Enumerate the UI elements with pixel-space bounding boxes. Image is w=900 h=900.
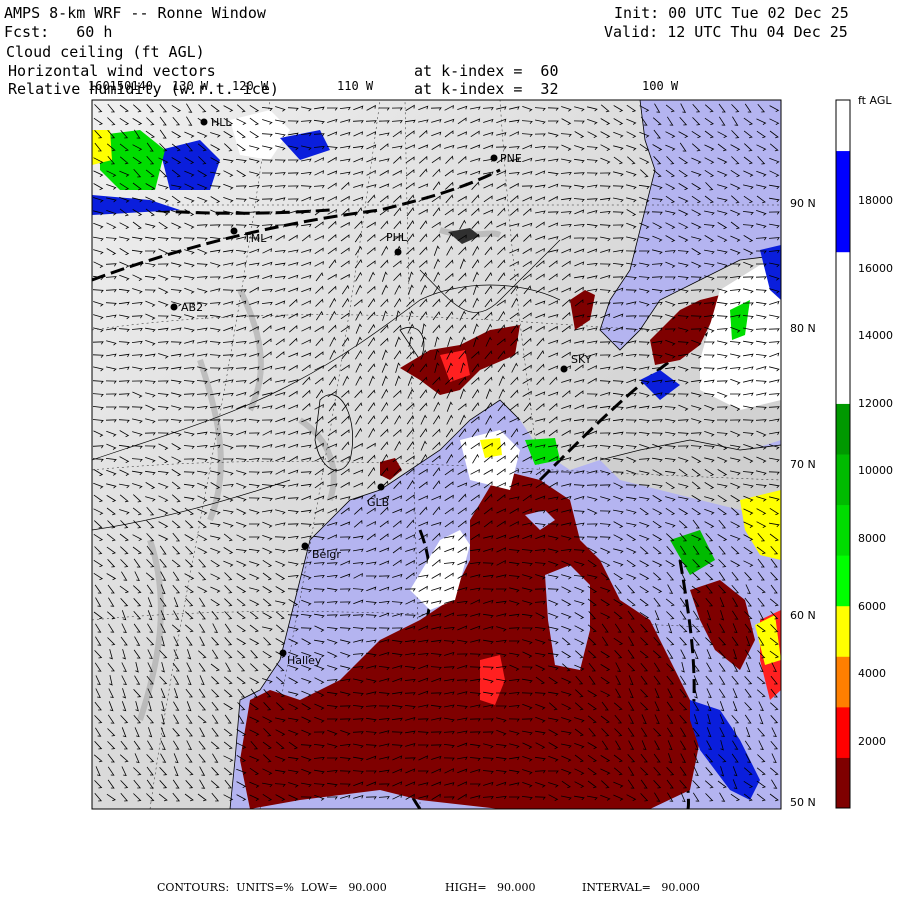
legend-label-6000: 6000 [858, 600, 886, 613]
legend-band [836, 555, 850, 607]
legend-band [836, 504, 850, 556]
station-label-halley: Halley [287, 654, 322, 667]
legend-band [836, 656, 850, 708]
cloud-yellow-patch [92, 130, 112, 165]
station-dot-belgr [301, 542, 309, 550]
station-label-ab2: AB2 [181, 301, 203, 314]
station-dot-tml [230, 227, 238, 235]
station-label-glb: GLB [367, 496, 389, 509]
lat-label-60n: 60 N [790, 609, 816, 622]
legend-units: ft AGL [858, 94, 892, 107]
legend-band [836, 454, 850, 506]
legend-label-4000: 4000 [858, 667, 886, 680]
legend-band [836, 706, 850, 758]
station-dot-ab2 [170, 303, 178, 311]
station-dot-glb [377, 483, 385, 491]
station-dot-hll [200, 118, 208, 126]
legend-band [836, 100, 850, 152]
legend-label-18000: 18000 [858, 194, 893, 207]
station-dot-halley [279, 649, 287, 657]
station-label-belgr: Belgr [312, 548, 341, 561]
map-plot-area: HLL PNE TML PHL AB2 SKY GLB Belgr Halley [92, 100, 781, 809]
station-dot-pne [490, 154, 498, 162]
lat-label-80n: 80 N [790, 322, 816, 335]
legend-label-10000: 10000 [858, 464, 893, 477]
station-label-pne: PNE [500, 152, 522, 165]
footer-contours: CONTOURS: UNITS=% LOW= 90.000 [157, 881, 387, 894]
legend-colorbar [836, 100, 850, 809]
footer-high: HIGH= 90.000 [445, 881, 536, 894]
legend-band [836, 757, 850, 809]
legend-label-2000: 2000 [858, 735, 886, 748]
legend-label-8000: 8000 [858, 532, 886, 545]
lat-label-90n: 90 N [790, 197, 816, 210]
station-dot-phl [394, 248, 402, 256]
legend-label-12000: 12000 [858, 397, 893, 410]
legend-band [836, 201, 850, 253]
legend-band [836, 352, 850, 404]
legend-band [836, 605, 850, 657]
footer-interval: INTERVAL= 90.000 [582, 881, 700, 894]
legend-label-14000: 14000 [858, 329, 893, 342]
legend-label-16000: 16000 [858, 262, 893, 275]
lat-label-50n: 50 N [790, 796, 816, 809]
station-label-tml: TML [243, 232, 267, 245]
legend-band [836, 150, 850, 202]
legend-band [836, 403, 850, 455]
station-label-phl: PHL [386, 231, 408, 244]
legend-band [836, 302, 850, 354]
lat-label-70n: 70 N [790, 458, 816, 471]
station-label-hll: HLL [211, 116, 232, 129]
legend-band [836, 251, 850, 303]
station-dot-sky [560, 365, 568, 373]
station-label-sky: SKY [571, 353, 592, 366]
map-canvas: HLL PNE TML PHL AB2 SKY GLB Belgr Halley [91, 99, 851, 810]
